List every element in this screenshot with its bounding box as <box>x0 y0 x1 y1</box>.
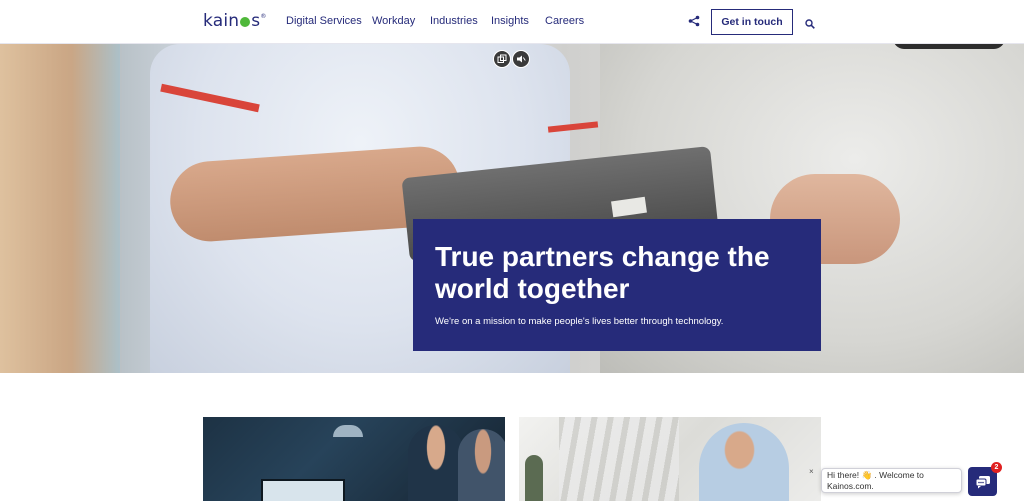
logo-registered-mark: ® <box>260 13 267 20</box>
hero-text-card: True partners change the world together … <box>413 219 821 351</box>
hero-title: True partners change the world together <box>435 241 770 304</box>
feature-card-image-left[interactable] <box>203 417 505 501</box>
logo-text-start: kain <box>203 11 240 31</box>
hero-background-wall <box>0 44 120 373</box>
nav-industries[interactable]: Industries <box>430 15 478 27</box>
chat-greeting-bubble[interactable]: Hi there! 👋 . Welcome to Kainos.com. <box>821 468 962 493</box>
lamp <box>333 425 363 437</box>
nav-careers[interactable]: Careers <box>545 15 584 27</box>
person <box>458 429 505 501</box>
share-icon[interactable] <box>688 14 700 27</box>
logo-dot-icon <box>240 17 251 27</box>
hero-subtitle: We're on a mission to make people's live… <box>435 316 724 327</box>
person <box>699 423 789 501</box>
person <box>408 425 464 501</box>
mute-icon[interactable] <box>512 50 530 68</box>
feature-card-image-right[interactable] <box>519 417 821 501</box>
plant <box>525 455 543 501</box>
copy-icon[interactable] <box>493 50 511 68</box>
nav-insights[interactable]: Insights <box>491 15 529 27</box>
logo-text-end: s <box>251 11 261 31</box>
kainos-logo[interactable]: kain s® <box>203 11 267 31</box>
monitor <box>261 479 345 501</box>
search-icon[interactable] <box>805 16 815 29</box>
ceiling-lights <box>559 417 679 501</box>
get-in-touch-button[interactable]: Get in touch <box>711 9 793 35</box>
chat-close-button[interactable]: × <box>809 467 814 476</box>
chat-unread-badge: 2 <box>991 462 1002 473</box>
nav-workday[interactable]: Workday <box>372 15 415 27</box>
nav-digital-services[interactable]: Digital Services <box>286 15 362 27</box>
chat-greeting-text: Hi there! 👋 . Welcome to Kainos.com. <box>827 470 924 491</box>
chat-icon <box>975 475 990 488</box>
site-header: kain s® Digital Services Workday Industri… <box>0 0 1024 44</box>
floating-pill <box>893 44 1005 49</box>
